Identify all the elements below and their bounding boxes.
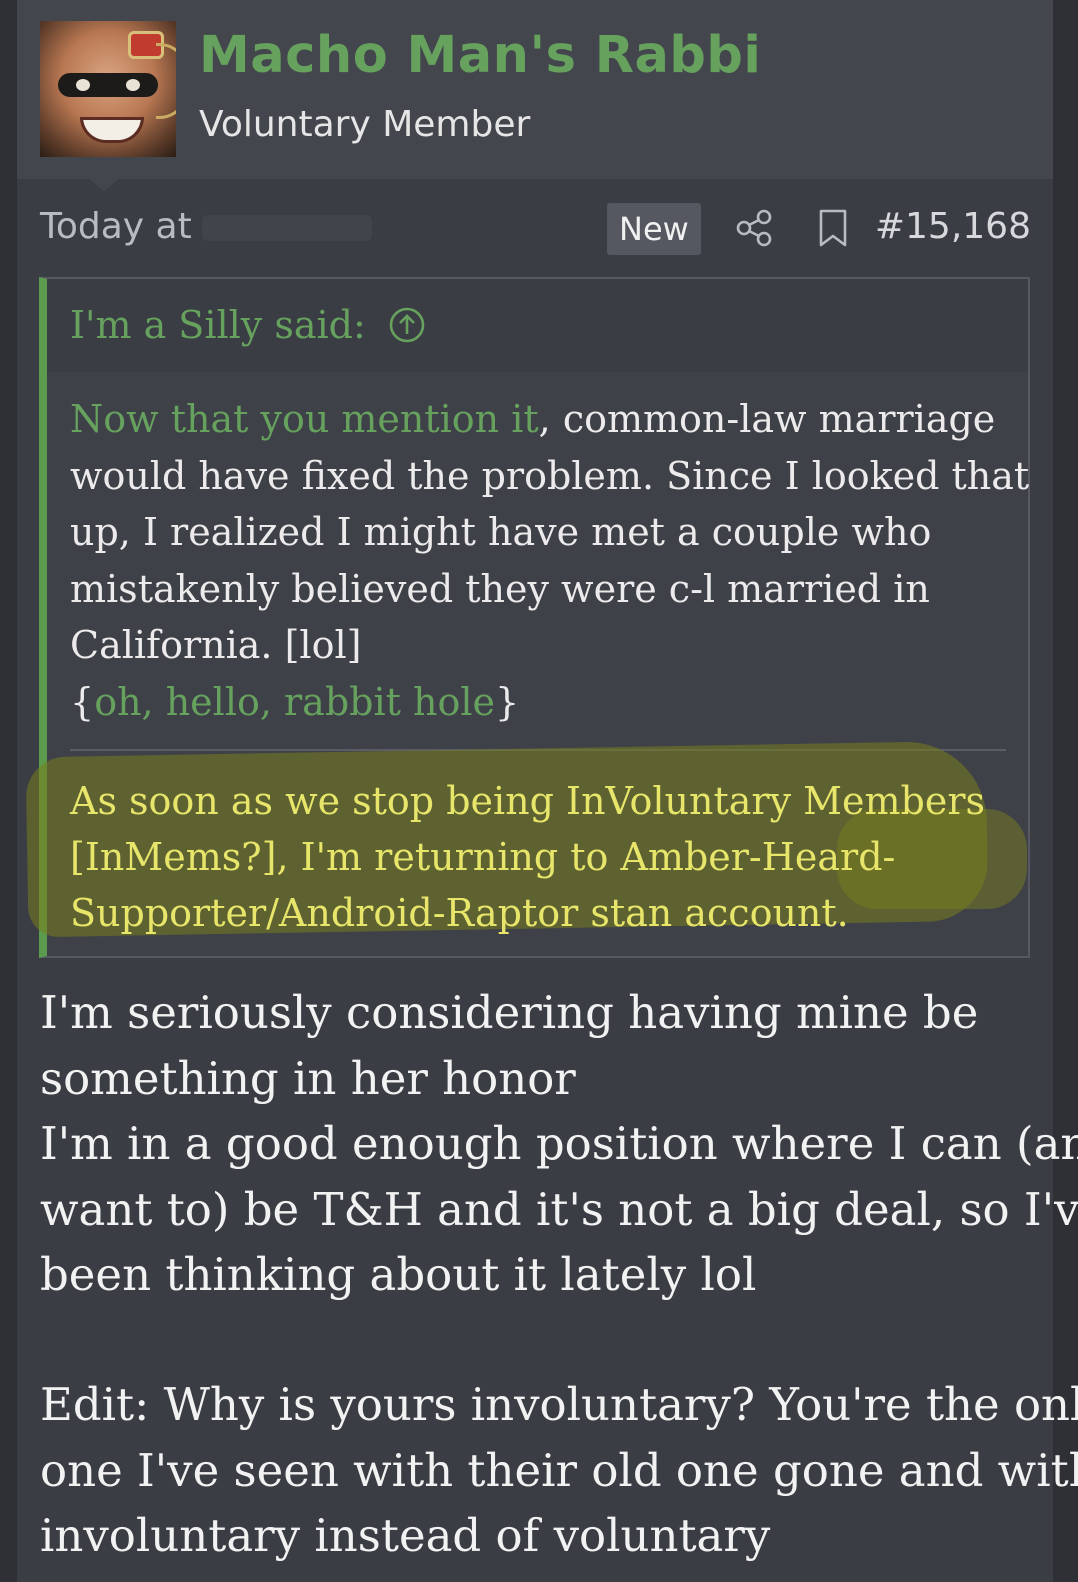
timestamp-redacted xyxy=(201,215,372,241)
edit-line: one I've seen with their old one gone an… xyxy=(40,1443,1078,1497)
timestamp-prefix: Today at xyxy=(40,206,192,247)
body-line: something in her honor xyxy=(40,1051,576,1105)
quote-line: would have fixed the problem. Since I lo… xyxy=(70,453,1030,498)
share-icon[interactable] xyxy=(735,208,775,248)
body-line: I'm seriously considering having mine be xyxy=(40,986,979,1039)
quote-header: I'm a Silly said: xyxy=(47,279,1028,372)
quote-line: California. [lol] xyxy=(70,623,362,667)
avatar-eye xyxy=(126,79,140,91)
quote-block: I'm a Silly said: Now that you mention i… xyxy=(25,277,1030,958)
post-edit-text: Edit: Why is yours involuntary? You're t… xyxy=(40,1372,1078,1569)
quote-line: Now that you mention it, common-law marr… xyxy=(70,391,995,448)
quote-body: Now that you mention it, common-law marr… xyxy=(70,391,1030,731)
edit-line: involuntary instead of voluntary xyxy=(40,1509,771,1562)
highlight-line: [InMems?], I'm returning to Amber-Heard- xyxy=(70,835,896,879)
brace-open: { xyxy=(70,679,95,724)
body-line: want to) be T&H and it's not a big deal,… xyxy=(40,1182,1078,1236)
avatar-mask xyxy=(58,73,158,97)
highlight-line: Supporter/Android-Raptor stan account. xyxy=(70,891,849,935)
brace-close: } xyxy=(494,679,520,724)
quote-green-text: Now that you mention it xyxy=(70,397,539,441)
avatar-wire xyxy=(156,43,176,119)
quote-green-text: oh, hello, rabbit hole xyxy=(94,679,495,724)
highlight-line: As soon as we stop being InVoluntary Mem… xyxy=(70,779,986,823)
avatar-mouth xyxy=(80,117,144,143)
post-number-link[interactable]: #15,168 xyxy=(875,206,1031,247)
quote-attribution[interactable]: I'm a Silly said: xyxy=(70,303,426,347)
quote-line: mistakenly believed they were c-l marrie… xyxy=(70,566,930,611)
body-line: been thinking about it lately lol xyxy=(40,1248,757,1301)
up-arrow-circle-icon[interactable] xyxy=(388,306,426,344)
quote-line: {oh, hello, rabbit hole} xyxy=(70,674,990,731)
user-title: Voluntary Member xyxy=(199,104,531,145)
avatar-eye xyxy=(76,79,90,91)
quote-highlighted-text: As soon as we stop being InVoluntary Mem… xyxy=(70,773,1010,941)
avatar[interactable] xyxy=(40,21,176,157)
body-line: I'm in a good enough position where I ca… xyxy=(40,1117,1078,1170)
quote-text: , common-law marriage xyxy=(538,397,996,441)
username-link[interactable]: Macho Man's Rabbi xyxy=(199,26,761,85)
quote-line: up, I realized I might have met a couple… xyxy=(70,510,932,554)
post-container: Macho Man's Rabbi Voluntary Member Today… xyxy=(17,0,1078,1582)
header-pointer xyxy=(89,179,119,191)
user-header: Macho Man's Rabbi Voluntary Member xyxy=(17,0,1053,179)
new-badge: New xyxy=(607,203,701,255)
bookmark-icon[interactable] xyxy=(817,208,849,248)
post-timestamp[interactable]: Today at xyxy=(40,206,372,247)
post-body: I'm seriously considering having mine be… xyxy=(40,980,1078,1308)
quote-author: I'm a Silly said: xyxy=(70,303,366,347)
edit-line: Edit: Why is yours involuntary? You're t… xyxy=(40,1378,1078,1431)
